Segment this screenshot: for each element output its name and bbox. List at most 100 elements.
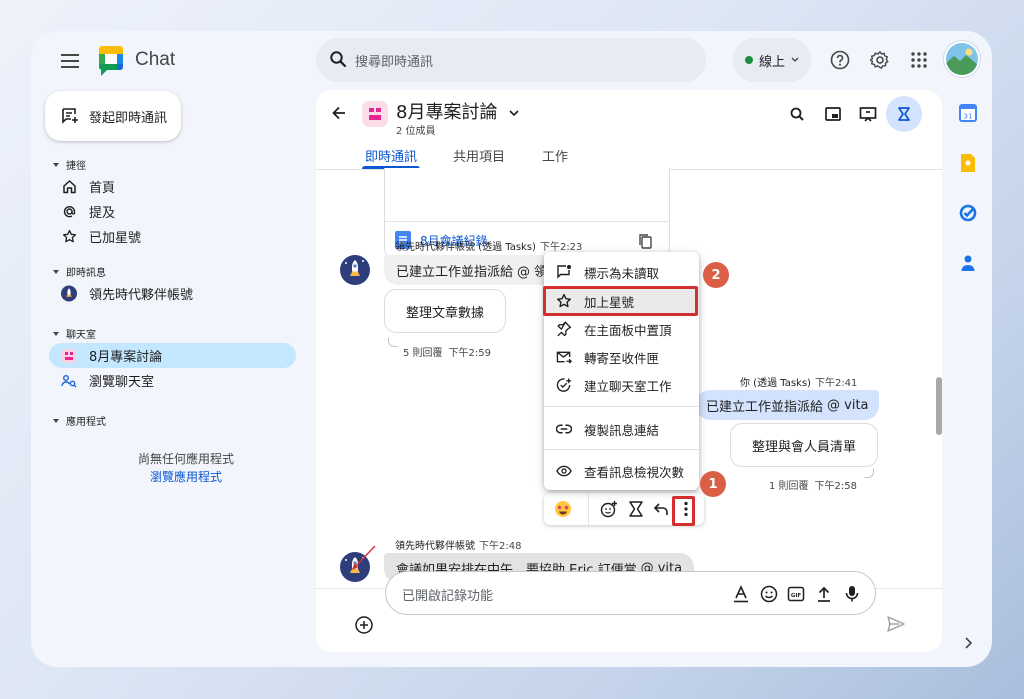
avatar-image-icon bbox=[946, 43, 978, 75]
expand-panel-button[interactable] bbox=[958, 633, 978, 653]
star-icon bbox=[61, 229, 77, 245]
copy-link-button[interactable] bbox=[637, 233, 653, 249]
pop-out-button[interactable] bbox=[822, 103, 844, 125]
toolbar-divider bbox=[588, 493, 589, 525]
tab-chat[interactable]: 即時通訊 bbox=[365, 146, 417, 165]
gif-icon: GIF bbox=[787, 586, 805, 602]
message-time: 下午2:41 bbox=[814, 378, 858, 389]
microphone-icon bbox=[845, 586, 859, 602]
tasks-panel-button[interactable] bbox=[886, 96, 922, 132]
message-input[interactable]: 已開啟記錄功能 GIF bbox=[385, 571, 876, 615]
apps-empty-text: 尚無任何應用程式 bbox=[137, 452, 234, 466]
contacts-app-button[interactable] bbox=[958, 253, 978, 273]
link-icon bbox=[556, 421, 572, 437]
reply-in-thread-button[interactable] bbox=[653, 501, 669, 517]
apps-empty-state: 尚無任何應用程式 瀏覽應用程式 bbox=[31, 450, 341, 486]
room-member-count: 2 位成員 bbox=[396, 126, 436, 137]
browse-apps-link[interactable]: 瀏覽應用程式 bbox=[31, 468, 341, 486]
tab-tasks[interactable]: 工作 bbox=[542, 146, 568, 165]
section-apps[interactable]: 應用程式 bbox=[53, 413, 106, 428]
task-card[interactable]: 整理文章數據 bbox=[384, 289, 506, 333]
tab-shared[interactable]: 共用項目 bbox=[453, 146, 505, 165]
sidebar-item-home[interactable]: 首頁 bbox=[49, 174, 296, 199]
back-button[interactable] bbox=[330, 104, 348, 122]
add-attachment-button[interactable] bbox=[354, 615, 374, 635]
emoji-button[interactable] bbox=[760, 585, 778, 603]
keep-app-button[interactable] bbox=[958, 153, 978, 173]
add-reaction-icon bbox=[600, 501, 617, 518]
sidebar-item-space-aug-project[interactable]: 8月專案討論 bbox=[49, 343, 296, 368]
message-bubble[interactable]: 已建立工作並指派給 @ 領 bbox=[384, 255, 559, 285]
upload-button[interactable] bbox=[816, 585, 832, 603]
message-time: 下午2:48 bbox=[479, 541, 522, 552]
add-task-icon bbox=[556, 377, 572, 393]
mention-chip[interactable]: @ vita bbox=[827, 398, 869, 413]
voice-button[interactable] bbox=[844, 584, 860, 604]
format-text-button[interactable] bbox=[733, 585, 749, 603]
task-card[interactable]: 整理與會人員清單 bbox=[730, 423, 878, 467]
sender-avatar[interactable] bbox=[340, 255, 370, 285]
sidebar-item-browse-spaces[interactable]: 瀏覽聊天室 bbox=[49, 368, 296, 393]
status-label: 線上 bbox=[759, 54, 786, 70]
settings-button[interactable] bbox=[868, 48, 892, 72]
status-dropdown[interactable]: 線上 bbox=[733, 38, 811, 82]
main-menu-button[interactable] bbox=[58, 49, 82, 73]
menu-item-copy-link[interactable]: 複製訊息連結 bbox=[544, 415, 699, 443]
room-title[interactable]: 8月專案討論 bbox=[396, 98, 519, 124]
section-direct-messages[interactable]: 即時訊息 bbox=[53, 264, 106, 279]
section-spaces[interactable]: 聊天室 bbox=[53, 326, 96, 341]
tasks-app-button[interactable] bbox=[958, 203, 978, 223]
calendar-icon: 31 bbox=[959, 104, 977, 122]
menu-divider bbox=[544, 406, 699, 407]
sidebar-item-mentions[interactable]: 提及 bbox=[49, 199, 296, 224]
keep-icon bbox=[961, 154, 975, 172]
thread-replies-link[interactable]: 5 則回覆 下午2:59 bbox=[403, 344, 491, 359]
quick-reaction-button[interactable] bbox=[554, 500, 572, 518]
present-icon bbox=[859, 107, 877, 122]
search-box[interactable]: 搜尋即時通訊 bbox=[316, 38, 706, 82]
copy-icon bbox=[639, 234, 652, 249]
send-button[interactable] bbox=[887, 616, 905, 632]
menu-item-forward-inbox[interactable]: 轉寄至收件匣 bbox=[544, 343, 699, 371]
highlight-box-add-star bbox=[543, 286, 698, 316]
new-chat-icon bbox=[62, 108, 78, 124]
reply-count: 5 則回覆 bbox=[403, 348, 443, 359]
calendar-app-button[interactable]: 31 bbox=[958, 103, 978, 123]
create-task-button[interactable] bbox=[628, 500, 644, 518]
reply-count: 1 則回覆 bbox=[769, 481, 809, 492]
plus-circle-icon bbox=[355, 616, 373, 634]
sidebar-item-label: 瀏覽聊天室 bbox=[89, 375, 155, 390]
present-button[interactable] bbox=[857, 103, 879, 125]
task-card-title: 整理與會人員清單 bbox=[751, 439, 856, 455]
new-chat-button[interactable]: 發起即時通訊 bbox=[45, 91, 181, 141]
sidebar-item-label: 提及 bbox=[89, 206, 116, 221]
menu-item-view-count[interactable]: 查看訊息檢視次數 bbox=[544, 457, 699, 485]
message-text: 已建立工作並指派給 bbox=[706, 399, 824, 415]
room-title-text: 8月專案討論 bbox=[396, 102, 498, 123]
sidebar-item-starred[interactable]: 已加星號 bbox=[49, 224, 296, 249]
google-apps-button[interactable] bbox=[907, 48, 931, 72]
section-shortcuts[interactable]: 捷徑 bbox=[53, 157, 86, 172]
sidebar-item-label: 8月專案討論 bbox=[89, 350, 163, 365]
room-search-button[interactable] bbox=[786, 103, 808, 125]
menu-item-mark-unread[interactable]: 標示為未讀取 bbox=[544, 258, 699, 286]
menu-item-create-task[interactable]: 建立聊天室工作 bbox=[544, 371, 699, 399]
menu-item-label: 在主面板中置頂 bbox=[584, 322, 672, 338]
sidebar-item-dm-partner[interactable]: 領先時代夥伴帳號 bbox=[49, 281, 296, 306]
menu-divider bbox=[544, 449, 699, 450]
thread-replies-link[interactable]: 1 則回覆 下午2:58 bbox=[769, 477, 857, 492]
account-avatar[interactable] bbox=[944, 41, 980, 77]
card-divider bbox=[385, 221, 669, 222]
menu-item-pin[interactable]: 在主面板中置頂 bbox=[544, 315, 699, 343]
star-struck-emoji-icon bbox=[555, 501, 571, 517]
scrollbar-thumb[interactable] bbox=[936, 377, 942, 435]
search-placeholder: 搜尋即時通訊 bbox=[355, 55, 434, 70]
mention-chip[interactable]: @ 領 bbox=[517, 261, 547, 280]
menu-item-label: 查看訊息檢視次數 bbox=[584, 464, 685, 480]
message-bubble[interactable]: 已建立工作並指派給 @ vita bbox=[696, 390, 879, 420]
message-sender: 領先時代夥伴帳號 (透過 Tasks) bbox=[395, 242, 536, 253]
help-button[interactable] bbox=[828, 48, 852, 72]
gif-button[interactable]: GIF bbox=[787, 585, 805, 603]
caret-down-icon bbox=[53, 162, 59, 167]
add-reaction-button[interactable] bbox=[600, 500, 618, 518]
